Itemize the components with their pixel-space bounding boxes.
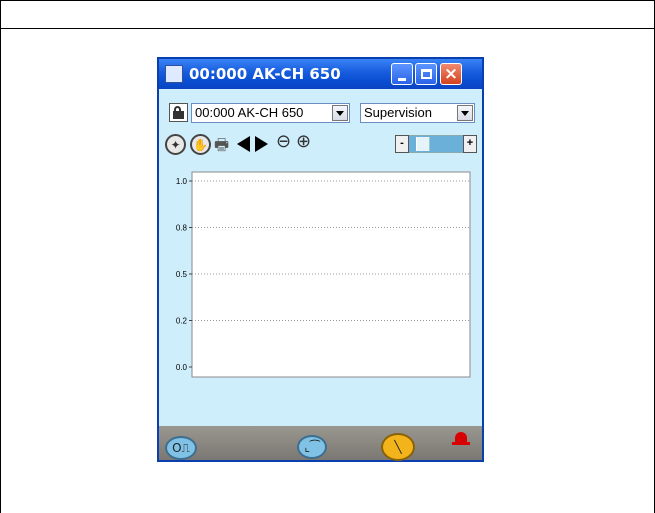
- zoom-out-button[interactable]: ⊖: [276, 133, 291, 151]
- trend-icon: ⌞⁀: [304, 440, 320, 454]
- scroll-thumb[interactable]: [416, 137, 430, 151]
- trend-button[interactable]: ⌞⁀: [297, 435, 327, 459]
- service-icon: ╲: [394, 440, 402, 454]
- chevron-down-icon[interactable]: [457, 105, 473, 121]
- stop-icon: O⎍: [172, 440, 190, 455]
- scroll-left-button[interactable]: -: [395, 135, 409, 153]
- y-tick-label: 1.0: [176, 177, 188, 186]
- close-button[interactable]: ×: [440, 63, 462, 85]
- page-divider: [0, 28, 655, 29]
- bottom-toolbar: O⎍ ⌞⁀ ╲: [159, 426, 482, 461]
- print-icon: 🖶: [214, 135, 230, 154]
- next-button[interactable]: [255, 136, 268, 152]
- next-icon: [255, 136, 268, 152]
- previous-icon: [237, 136, 250, 152]
- auto-scale-button[interactable]: ✦: [165, 134, 186, 155]
- minimize-button[interactable]: [391, 63, 413, 85]
- chevron-down-icon[interactable]: [332, 105, 348, 121]
- window-title: 00:000 AK-CH 650: [189, 65, 341, 83]
- close-icon: ×: [443, 63, 459, 84]
- mode-select-value: Supervision: [364, 105, 432, 120]
- print-button[interactable]: 🖶: [214, 134, 229, 161]
- trend-window: 00:000 AK-CH 650 × 00:000 AK-CH 650 Supe…: [157, 57, 484, 462]
- y-tick-label: 0.8: [176, 224, 188, 233]
- alarm-bell-icon[interactable]: [452, 432, 470, 445]
- stop-button[interactable]: O⎍: [165, 436, 197, 460]
- zoom-out-icon: ⊖: [276, 131, 292, 152]
- zoom-in-button[interactable]: ⊕: [296, 133, 311, 151]
- device-select-value: 00:000 AK-CH 650: [195, 105, 304, 120]
- trend-chart: 1.0 0.8 0.5 0.2 0.0: [176, 171, 471, 378]
- maximize-button[interactable]: [415, 63, 437, 85]
- previous-button[interactable]: [237, 136, 250, 152]
- auto-scale-icon: ✦: [165, 134, 186, 155]
- pan-button[interactable]: ✋: [190, 134, 211, 155]
- lock-button[interactable]: [169, 103, 188, 122]
- pan-icon: ✋: [190, 134, 211, 155]
- maximize-icon: [420, 69, 432, 79]
- y-tick-label: 0.2: [176, 317, 188, 326]
- device-select[interactable]: 00:000 AK-CH 650: [191, 103, 350, 123]
- scroll-right-button[interactable]: +: [463, 135, 477, 153]
- time-scrollbar[interactable]: - +: [395, 135, 477, 153]
- trend-window-icon: [165, 65, 183, 83]
- y-axis: 1.0 0.8 0.5 0.2 0.0: [176, 177, 192, 372]
- mode-select[interactable]: Supervision: [360, 103, 475, 123]
- y-tick-label: 0.0: [176, 363, 188, 372]
- zoom-in-icon: ⊕: [296, 131, 312, 152]
- service-button[interactable]: ╲: [381, 433, 415, 461]
- minimize-icon: [398, 77, 406, 81]
- title-bar[interactable]: 00:000 AK-CH 650 ×: [159, 59, 482, 89]
- y-tick-label: 0.5: [176, 270, 188, 279]
- footer-strip: [159, 412, 482, 426]
